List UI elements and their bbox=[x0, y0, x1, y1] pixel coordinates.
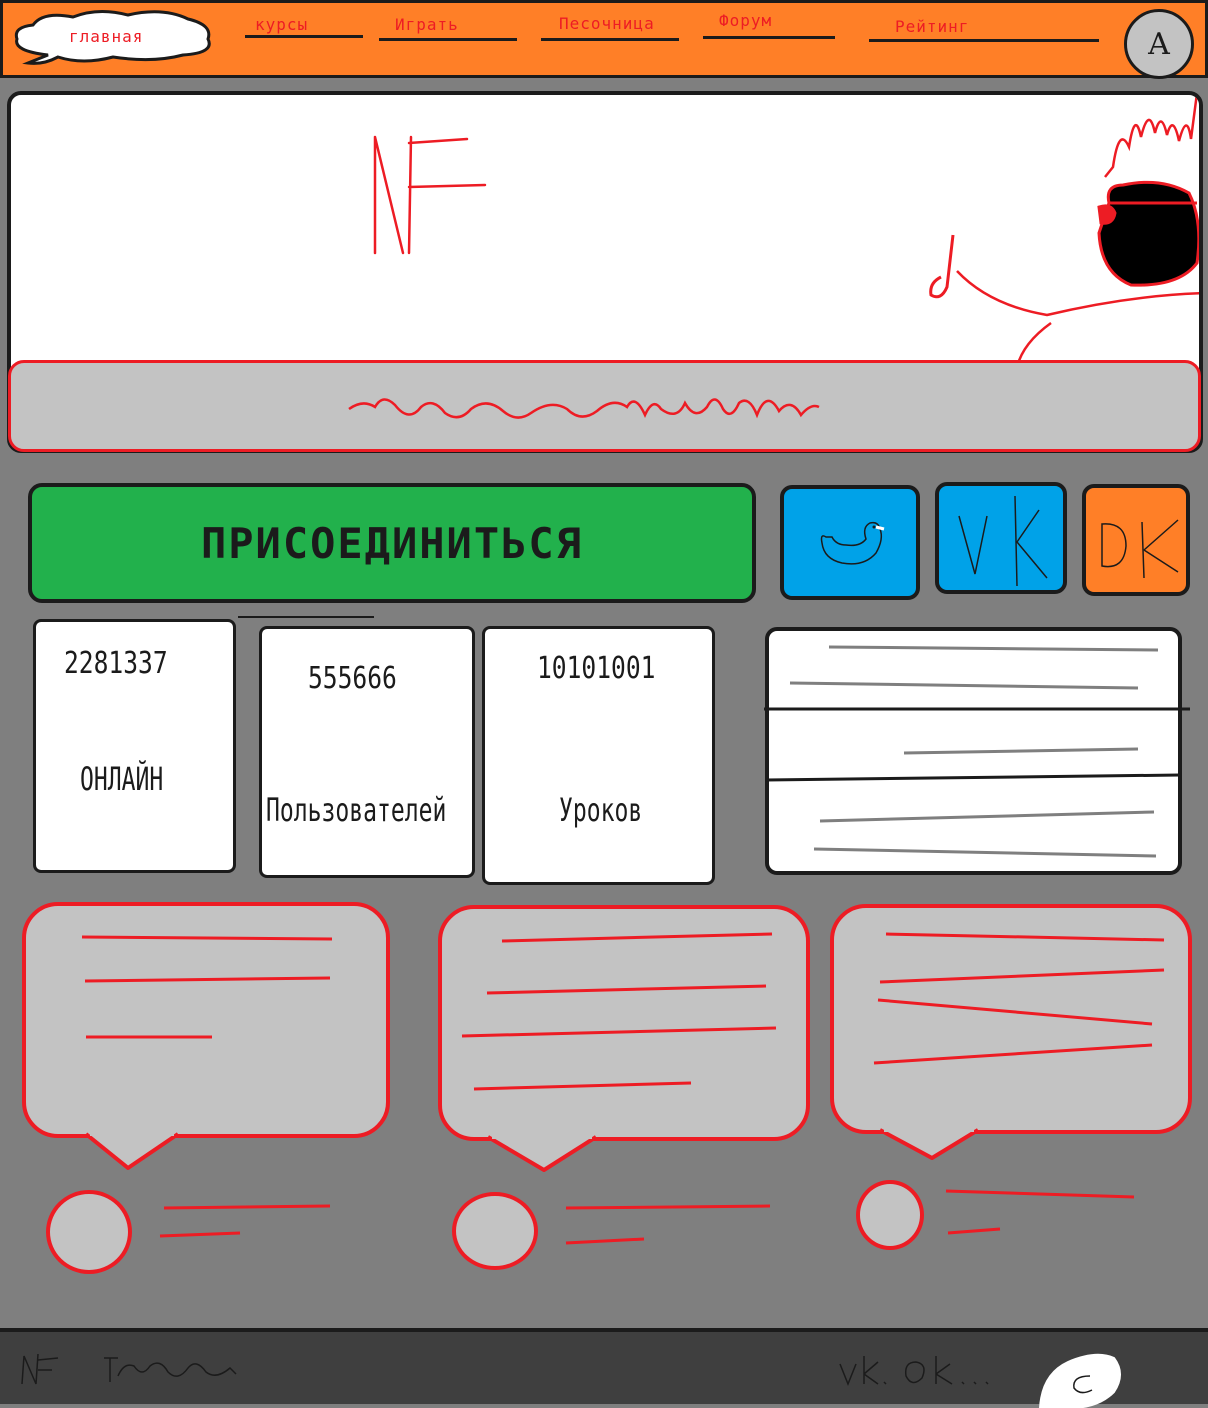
stat-value: 10101001 bbox=[537, 651, 656, 686]
nav-rating[interactable]: Рейтинг bbox=[895, 17, 969, 36]
stat-card-divider bbox=[238, 616, 374, 618]
nav-forum[interactable]: Форум bbox=[719, 11, 772, 30]
stat-label: ОНЛАЙН bbox=[80, 760, 164, 798]
stat-value: 555666 bbox=[308, 661, 397, 696]
nav-underline bbox=[703, 36, 835, 39]
stat-card-lessons: 10101001 Уроков bbox=[482, 626, 715, 885]
join-button[interactable]: ПРИСОЕДИНИТЬСЯ bbox=[28, 483, 756, 603]
testimonial-avatar bbox=[46, 1190, 132, 1274]
caption-scribble bbox=[348, 398, 820, 419]
stat-card-online: 2281337 ОНЛАЙН bbox=[33, 619, 236, 873]
nav-courses[interactable]: курсы bbox=[255, 15, 308, 34]
home-link[interactable]: главная bbox=[69, 27, 143, 46]
top-nav-bar: главная курсы Играть Песочница Форум Рей… bbox=[0, 0, 1208, 78]
hero-caption-bar bbox=[8, 360, 1201, 452]
nav-sandbox[interactable]: Песочница bbox=[559, 14, 655, 33]
twitter-bird-icon bbox=[820, 521, 885, 565]
vk-button[interactable]: VK bbox=[935, 482, 1067, 594]
nav-underline bbox=[379, 38, 517, 41]
nav-play[interactable]: Играть bbox=[395, 15, 459, 34]
stat-label: Уроков bbox=[559, 791, 643, 829]
nav-underline bbox=[245, 35, 363, 38]
stat-card-users: 555666 Пользователей bbox=[259, 626, 475, 878]
avatar-letter: A bbox=[1148, 26, 1170, 62]
footer-scribbles bbox=[21, 1353, 1121, 1408]
testimonial-avatar bbox=[856, 1180, 924, 1250]
testimonial-avatar bbox=[452, 1192, 538, 1270]
nav-underline bbox=[869, 39, 1099, 42]
user-avatar[interactable]: A bbox=[1124, 9, 1194, 79]
stat-value: 2281337 bbox=[64, 646, 168, 681]
news-panel bbox=[765, 627, 1182, 875]
testimonial-bubble bbox=[22, 902, 390, 1138]
testimonial-bubble bbox=[438, 905, 810, 1141]
stat-label: Пользователей bbox=[266, 791, 447, 829]
twitter-button[interactable] bbox=[780, 485, 920, 600]
join-button-label: ПРИСОЕДИНИТЬСЯ bbox=[200, 518, 583, 568]
odnoklassniki-button[interactable]: OK bbox=[1082, 484, 1190, 596]
testimonial-bubble bbox=[830, 904, 1192, 1134]
nav-underline bbox=[541, 38, 679, 41]
footer bbox=[0, 1328, 1208, 1408]
vk-logo-icon bbox=[958, 495, 1048, 587]
ok-logo-icon bbox=[1101, 519, 1179, 579]
